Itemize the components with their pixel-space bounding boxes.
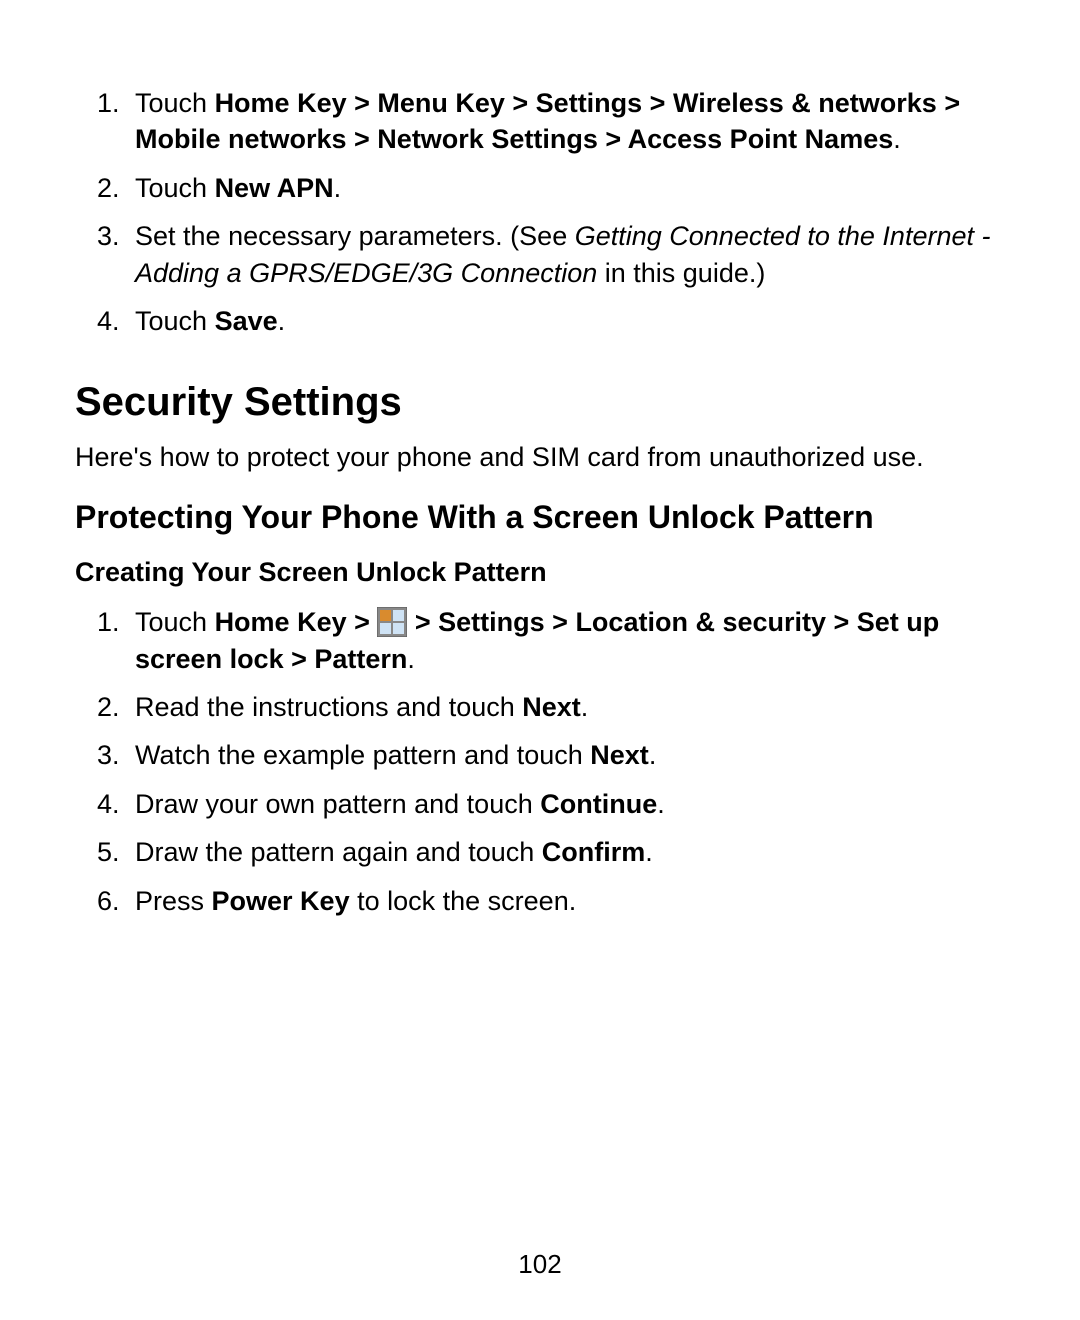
text: Touch bbox=[135, 306, 215, 336]
text: . bbox=[407, 644, 415, 674]
list-item: Touch Home Key > Menu Key > Settings > W… bbox=[127, 85, 1005, 158]
text: . bbox=[657, 789, 665, 819]
heading-security-settings: Security Settings bbox=[75, 380, 1005, 425]
list-item: Touch Home Key > > Settings > Location &… bbox=[127, 604, 1005, 677]
list-item: Touch Save. bbox=[127, 303, 1005, 339]
text: Draw the pattern again and touch bbox=[135, 837, 542, 867]
text: . bbox=[334, 173, 342, 203]
text: . bbox=[893, 124, 901, 154]
text: . bbox=[581, 692, 589, 722]
text-bold: Save bbox=[215, 306, 278, 336]
page-number: 102 bbox=[0, 1249, 1080, 1280]
text: Draw your own pattern and touch bbox=[135, 789, 540, 819]
instruction-list-apn: Touch Home Key > Menu Key > Settings > W… bbox=[75, 85, 1005, 340]
list-item: Draw your own pattern and touch Continue… bbox=[127, 786, 1005, 822]
text: . bbox=[278, 306, 286, 336]
text-bold: New APN bbox=[215, 173, 334, 203]
text-bold: Power Key bbox=[212, 886, 350, 916]
list-item: Press Power Key to lock the screen. bbox=[127, 883, 1005, 919]
app-grid-icon bbox=[377, 607, 407, 637]
list-item: Touch New APN. bbox=[127, 170, 1005, 206]
heading-creating-pattern: Creating Your Screen Unlock Pattern bbox=[75, 557, 1005, 588]
text-bold: Next bbox=[590, 740, 649, 770]
text: Touch bbox=[135, 173, 215, 203]
text: in this guide.) bbox=[597, 258, 765, 288]
text-bold: Continue bbox=[540, 789, 657, 819]
text: Set the necessary parameters. (See bbox=[135, 221, 575, 251]
text: Touch bbox=[135, 88, 215, 118]
text-bold: Home Key > bbox=[215, 607, 378, 637]
text: . bbox=[649, 740, 657, 770]
list-item: Set the necessary parameters. (See Getti… bbox=[127, 218, 1005, 291]
text-bold: Confirm bbox=[542, 837, 646, 867]
text: Press bbox=[135, 886, 212, 916]
list-item: Draw the pattern again and touch Confirm… bbox=[127, 834, 1005, 870]
text: Read the instructions and touch bbox=[135, 692, 522, 722]
heading-protecting-phone: Protecting Your Phone With a Screen Unlo… bbox=[75, 497, 1005, 537]
intro-text: Here's how to protect your phone and SIM… bbox=[75, 439, 1005, 475]
instruction-list-pattern: Touch Home Key > > Settings > Location &… bbox=[75, 604, 1005, 919]
text-bold: Home Key > Menu Key > Settings > Wireles… bbox=[135, 88, 960, 154]
text: . bbox=[645, 837, 653, 867]
list-item: Watch the example pattern and touch Next… bbox=[127, 737, 1005, 773]
text: to lock the screen. bbox=[350, 886, 577, 916]
text-bold: Next bbox=[522, 692, 581, 722]
text: Watch the example pattern and touch bbox=[135, 740, 590, 770]
list-item: Read the instructions and touch Next. bbox=[127, 689, 1005, 725]
text: Touch bbox=[135, 607, 215, 637]
